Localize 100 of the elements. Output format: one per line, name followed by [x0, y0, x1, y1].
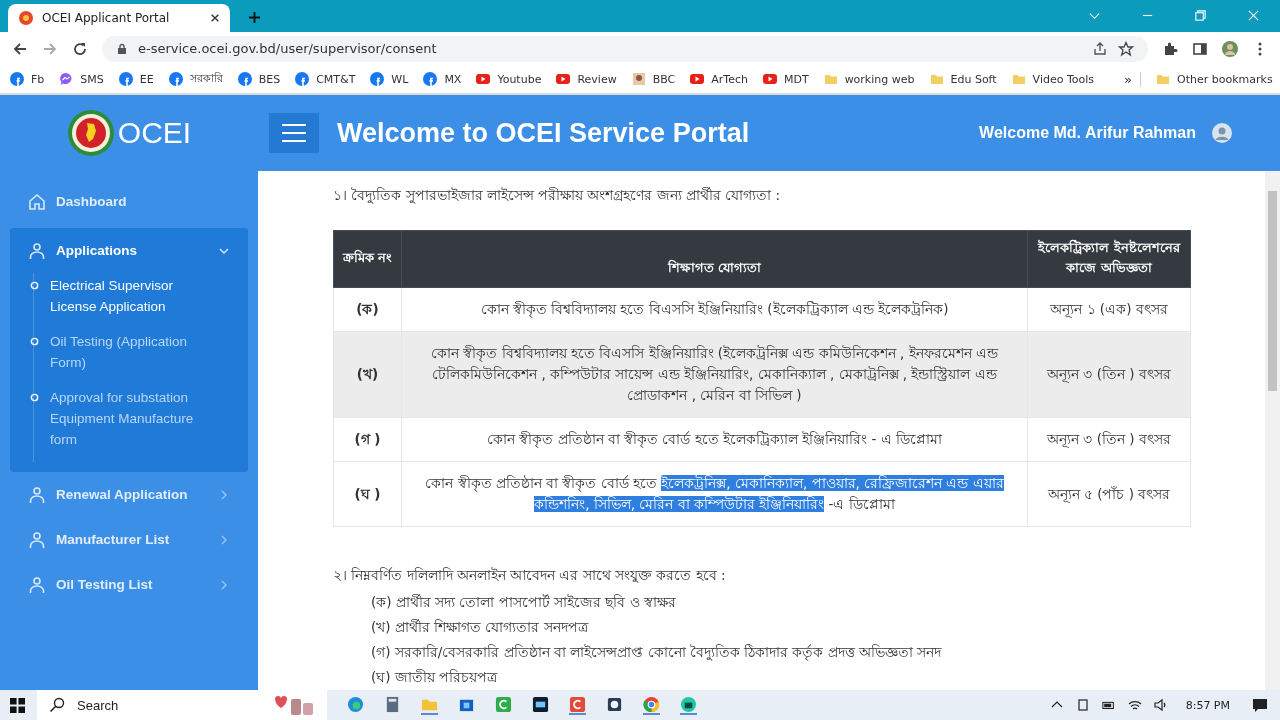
bookmark[interactable]: সরকারি [168, 69, 223, 89]
table-cell: (খ) [333, 331, 402, 418]
reload-icon[interactable] [72, 40, 88, 57]
document-item: (গ) সরকারি/বেসরকারি প্রতিষ্ঠান বা লাইসেন্সপ্রাপ্ত কোনো বৈদ্যুতিক ঠিকাদার কর্তৃক প্রদত্ত অভিজ্ঞতা সনদ [371, 643, 943, 663]
speaker-icon[interactable] [1153, 698, 1168, 712]
bookmark[interactable]: BBC [631, 72, 676, 86]
device-icon[interactable] [1075, 698, 1090, 712]
menu-icon [282, 124, 306, 142]
lock-icon [116, 42, 128, 55]
windows-logo-icon[interactable] [10, 697, 25, 713]
avatar-icon[interactable] [1222, 40, 1238, 57]
bookmark[interactable]: BES [237, 72, 281, 86]
search-icon [49, 697, 65, 713]
site-logo-icon [18, 10, 34, 26]
logo-text: OCEI [117, 116, 192, 150]
emblem-icon [66, 109, 115, 157]
table-cell: অন্যূন ১ (এক) বৎসর [1027, 287, 1191, 332]
wifi-icon[interactable] [1127, 698, 1142, 712]
scrollbar-thumb[interactable] [1268, 191, 1277, 391]
bookmark[interactable]: Fb [10, 72, 45, 86]
page-title: Welcome to OCEI Service Portal [337, 117, 750, 149]
app-tile-icon[interactable] [569, 695, 586, 715]
folder-icon [823, 72, 838, 86]
app-tile-icon[interactable] [680, 695, 697, 715]
circle-bullet-icon [30, 393, 39, 402]
star-icon[interactable] [1118, 40, 1134, 57]
bookmark[interactable]: Review [556, 72, 617, 86]
section-heading: ১। বৈদ্যুতিক সুপারভাইজার লাইসেন্স পরীক্ষায় অংশগ্রহণের জন্য প্রার্থীর যোগ্যতা : [333, 186, 782, 206]
bookmark[interactable]: EE [118, 72, 154, 86]
table-cell: অন্যূন ৩ (তিন ) বৎসর [1027, 331, 1191, 418]
home-icon [28, 192, 46, 211]
round-logo-icon [168, 72, 183, 86]
table-cell: (গ ) [333, 417, 402, 462]
play-icon [556, 72, 571, 86]
menu-button[interactable] [269, 113, 319, 153]
bookmark[interactable]: Video Tools [1011, 72, 1095, 86]
clock-text[interactable]: 8:57 PM [1185, 698, 1230, 712]
bookmark[interactable]: CMT&T [295, 72, 356, 86]
plus-icon[interactable] [248, 11, 261, 24]
search-field[interactable]: Search [37, 690, 327, 720]
document-item: (ঘ) জাতীয় পরিচয়পত্র [371, 668, 499, 687]
calculator-icon[interactable] [384, 695, 401, 713]
play-icon [762, 72, 777, 86]
table-cell: কোন স্বীকৃত প্রতিষ্ঠান বা স্বীকৃত বোর্ড হতে ইলেকট্রনিক্স, মেকানিক্যাল, পাওয়ার, রেফ্রিজারেশন এন্ড এয়ার কন্ডিশনিং, সিভিল, মেরিন বা কম্পিউটার ইঞ্জিনিয়ারিং -এ ডিপ্লোমা [401, 461, 1028, 527]
round-logo-icon [423, 72, 438, 86]
sidebar-item[interactable]: Applications [10, 228, 248, 273]
round-logo-icon [295, 72, 310, 86]
bookmark[interactable]: Other bookmarks [1156, 72, 1273, 86]
restore-icon[interactable] [1194, 9, 1207, 22]
browser-tab[interactable]: OCEI Applicant Portal [8, 4, 230, 32]
bookmark[interactable]: MDT [762, 72, 809, 86]
person-icon [28, 575, 46, 594]
person-icon [28, 530, 46, 549]
round-logo-icon [118, 72, 133, 86]
table-cell: কোন স্বীকৃত বিশ্ববিদ্যালয় হতে বিএসসি ইঞ্জিনিয়ারিং (ইলেকট্রনিক্স এন্ড কমিউনিকেশন , ইনফরমেশন এন্ড টেলিকমিউনিকেশন , কম্পিউটার সায়েন্স এন্ড ইঞ্জিনিয়ারিং, মেকানিক্যাল , মেকাট্রনিক্স , ইন্ডাস্ট্রিয়াল এন্ড প্রোডাকশন , মেরিন বা সিভিল ) [401, 331, 1028, 418]
share-icon[interactable] [1092, 40, 1108, 57]
folder-icon [929, 72, 944, 86]
column-header: ক্রমিক নং [333, 230, 402, 288]
play-icon [690, 72, 705, 86]
bookmark[interactable]: ArTech [690, 72, 748, 86]
bookmark[interactable]: Youtube [476, 72, 542, 86]
submenu-item[interactable]: Electrical Supervisor License Application [30, 273, 248, 329]
app-tile-icon[interactable] [532, 695, 549, 713]
notification-icon[interactable] [1252, 697, 1268, 713]
bookmark[interactable]: MX [423, 72, 462, 86]
column-header: শিক্ষাগত যোগ্যতা [401, 230, 1028, 288]
folder-icon [1156, 72, 1170, 86]
circle-bullet-icon [30, 281, 39, 290]
table-cell: কোন স্বীকৃত বিশ্ববিদ্যালয় হতে বিএসসি ইঞ্জিনিয়ারিং (ইলেকট্রিক্যাল এন্ড ইলেকট্রনিক) [401, 287, 1028, 332]
back-arrow-icon[interactable] [12, 40, 28, 57]
close-icon[interactable] [210, 13, 220, 23]
puzzle-icon[interactable] [1162, 40, 1178, 57]
bookmark[interactable]: Edu Soft [929, 72, 997, 86]
user-greeting: Welcome Md. Arifur Rahman [979, 124, 1196, 142]
document-item: (খ) প্রার্থীর শিক্ষাগত যোগ্যতার সনদপত্র [371, 618, 590, 637]
bookmark[interactable]: SMS [59, 72, 104, 86]
address-field[interactable]: e-service.ocei.gov.bd/user/supervisor/consent [102, 35, 1148, 62]
person-icon [28, 241, 46, 260]
play-icon [476, 72, 491, 86]
round-logo-icon [237, 72, 252, 86]
person-icon [28, 485, 46, 504]
column-header: ইলেকট্রিক্যাল ইনষ্টলেশনের কাজে অভিজ্ঞতা [1027, 230, 1191, 288]
round-logo-icon [370, 72, 385, 86]
bookmark[interactable]: WL [370, 72, 409, 86]
section-heading: ২। নিম্নবর্ণিত দলিলাদি অনলাইন আবেদন এর সাথে সংযুক্ত করতে হবে : [333, 566, 727, 585]
circle-bullet-icon [30, 337, 39, 346]
table-cell: অন্যূন ৩ (তিন ) বৎসর [1027, 417, 1191, 462]
tab-title: OCEI Applicant Portal [42, 11, 171, 25]
more-bookmarks-button[interactable]: » [1124, 71, 1141, 87]
bookmark[interactable]: working web [823, 72, 915, 86]
table-cell: অন্যূন ৫ (পাঁচ ) বৎসর [1027, 461, 1191, 527]
table-cell: (ক) [333, 287, 402, 332]
folder-icon [1011, 72, 1026, 86]
browser-icon[interactable] [643, 695, 660, 715]
picture-icon [631, 72, 646, 86]
document-item: (ক) প্রার্থীর সদ্য তোলা পাসপোর্ট সাইজের ছবি ও স্বাক্ষর [371, 593, 677, 612]
side-panel-icon[interactable] [1192, 40, 1208, 57]
scrollbar[interactable] [1265, 171, 1280, 690]
user-avatar-icon[interactable] [1212, 123, 1232, 143]
app-tile-icon[interactable] [495, 695, 512, 713]
